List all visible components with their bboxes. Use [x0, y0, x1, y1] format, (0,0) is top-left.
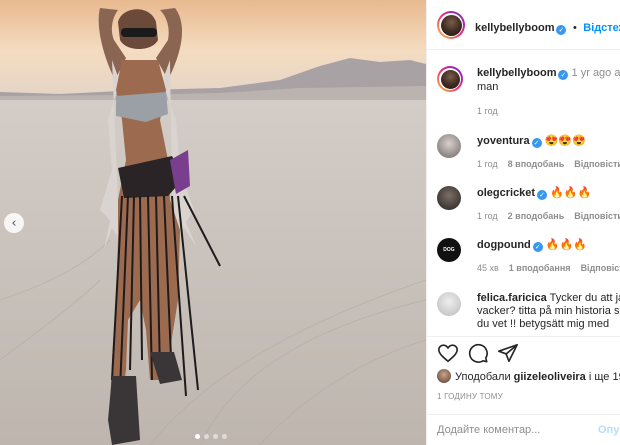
- likes-more[interactable]: і ще 19: [589, 371, 620, 383]
- reply-button[interactable]: Відповісти: [574, 159, 620, 169]
- post-time[interactable]: 1 ГОДИНУ ТОМУ: [437, 392, 503, 401]
- commenter-avatar[interactable]: [437, 292, 461, 316]
- carousel-dot: [204, 434, 209, 439]
- comment-line3: du vet !! betygsätt mig med: [477, 318, 610, 330]
- carousel-dot: [195, 434, 200, 439]
- chevron-left-icon[interactable]: ‹: [4, 213, 24, 233]
- comment-input[interactable]: [437, 421, 587, 439]
- commenter-username[interactable]: olegcricket: [477, 187, 535, 199]
- likes-summary: Уподобали giizeleoliveira і ще 19: [437, 369, 620, 383]
- liker-avatar[interactable]: [437, 369, 451, 383]
- comment-text: olegcricket ✓ 🔥🔥🔥: [477, 186, 620, 200]
- comments-list: kellybellyboom✓ 1 yr ago at b man 1 год …: [427, 50, 620, 336]
- post-photo[interactable]: ‹: [0, 0, 426, 445]
- verified-icon: ✓: [531, 138, 542, 148]
- comment-meta: 45 хв 1 вподобання Відповісти: [477, 263, 620, 273]
- carousel-dots: [195, 434, 227, 439]
- comment-meta: 1 год 2 вподобань Відповісти: [477, 211, 620, 221]
- comment-likes[interactable]: 8 вподобань: [508, 159, 565, 169]
- comment-text: yoventura ✓ 😍😍😍: [477, 134, 620, 148]
- carousel-dot: [213, 434, 218, 439]
- comment-text: dogpound ✓ 🔥🔥🔥: [477, 238, 620, 252]
- post-actions: Уподобали giizeleoliveira і ще 19 1 ГОДИ…: [427, 336, 620, 406]
- post-side-panel: kellybellyboom✓ • Відстежуєте kellybelly…: [426, 0, 620, 445]
- caption-line2: man: [477, 81, 499, 93]
- comment-time: 1 год: [477, 211, 498, 221]
- verified-icon: ✓: [537, 190, 548, 200]
- author-avatar[interactable]: [437, 11, 465, 39]
- likes-prefix: Уподобали: [455, 371, 511, 383]
- publish-button[interactable]: Опублікувати: [598, 424, 620, 436]
- comment-line2: vacker? titta på min historia så: [477, 305, 620, 317]
- reply-button[interactable]: Відповісти: [574, 211, 620, 221]
- comment-likes[interactable]: 1 вподобання: [509, 263, 571, 273]
- verified-icon: ✓: [558, 70, 569, 80]
- carousel-dot: [222, 434, 227, 439]
- commenter-username[interactable]: dogpound: [477, 239, 531, 251]
- caption-avatar[interactable]: [437, 66, 463, 92]
- comment-likes[interactable]: 2 вподобань: [508, 211, 565, 221]
- caption-text: kellybellyboom✓ 1 yr ago at b man: [477, 66, 620, 94]
- comment-meta: 1 год 8 вподобань Відповісти: [477, 159, 620, 169]
- comment-time: 45 хв: [477, 263, 499, 273]
- photo-scene: [0, 0, 426, 445]
- comment-content: 🔥🔥🔥: [550, 187, 592, 199]
- liker-username[interactable]: giizeleoliveira: [514, 371, 586, 383]
- heart-icon[interactable]: [437, 342, 459, 364]
- commenter-username[interactable]: felica.faricica: [477, 292, 547, 304]
- comment-content: 🔥🔥🔥: [545, 239, 587, 251]
- verified-icon: ✓: [532, 242, 543, 252]
- caption-time: 1 год: [477, 106, 498, 116]
- comment-text: felica.faricica Tycker du att jag vacker…: [477, 292, 620, 331]
- commenter-username[interactable]: yoventura: [477, 135, 530, 147]
- author-username[interactable]: kellybellyboom: [475, 22, 554, 34]
- caption-username[interactable]: kellybellyboom: [477, 67, 556, 79]
- commenter-avatar[interactable]: [437, 186, 461, 210]
- caption-line1: 1 yr ago at b: [571, 67, 620, 79]
- comment-line1: Tycker du att jag: [549, 292, 620, 304]
- comment-icon[interactable]: [467, 342, 489, 364]
- caption-meta: 1 год: [477, 106, 508, 116]
- reply-button[interactable]: Відповісти: [581, 263, 620, 273]
- post-header: kellybellyboom✓ • Відстежуєте: [427, 0, 620, 50]
- comment-content: 😍😍😍: [544, 135, 586, 147]
- share-icon[interactable]: [497, 342, 519, 364]
- add-comment-bar: Опублікувати: [427, 414, 620, 445]
- following-button[interactable]: Відстежуєте: [583, 22, 620, 34]
- verified-icon: ✓: [556, 25, 567, 35]
- header-separator: •: [572, 22, 577, 34]
- dogpound-logo-avatar[interactable]: DOG: [437, 238, 461, 262]
- commenter-avatar[interactable]: [437, 134, 461, 158]
- comment-time: 1 год: [477, 159, 498, 169]
